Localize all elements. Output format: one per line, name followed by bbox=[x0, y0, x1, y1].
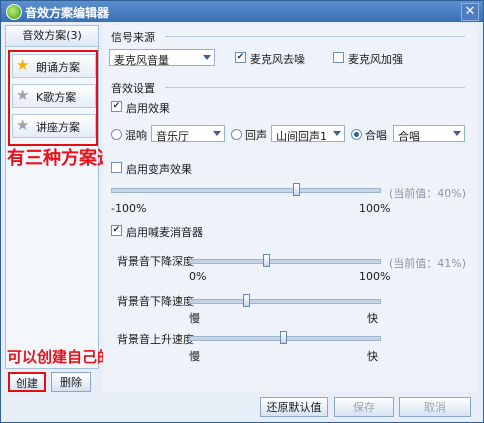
restore-defaults-button[interactable]: 还原默认值 bbox=[260, 397, 328, 417]
title-bar: 音效方案编辑器 ✕ bbox=[1, 1, 483, 22]
bg-fall-speed-max: 快 bbox=[367, 312, 378, 325]
divider bbox=[165, 87, 465, 88]
bg-fall-speed-label: 背景音下降速度 bbox=[117, 295, 194, 308]
chevron-down-icon bbox=[333, 131, 341, 136]
echo-radio[interactable] bbox=[231, 129, 242, 140]
select-value: 麦克风音量 bbox=[114, 54, 169, 67]
vocal-remover-label: 启用喊麦消音器 bbox=[126, 226, 203, 239]
enable-effect-checkbox[interactable]: ✔ bbox=[111, 101, 122, 112]
voice-change-label: 启用变声效果 bbox=[126, 163, 192, 176]
bg-rise-speed-slider-thumb[interactable] bbox=[280, 331, 287, 344]
bg-depth-label: 背景音下降深度 bbox=[117, 255, 194, 268]
star-gray-icon: ★ bbox=[16, 116, 30, 134]
settings-panel: 信号来源 麦克风音量 ✔ 麦克风去噪 麦克风加强 音效设置 ✔ 启用效果 混响 … bbox=[103, 25, 477, 392]
bg-depth-max: 100% bbox=[359, 270, 391, 283]
mic-boost-label: 麦克风加强 bbox=[348, 53, 403, 66]
enable-effect-label: 启用效果 bbox=[126, 102, 170, 115]
bg-depth-min: 0% bbox=[189, 270, 207, 283]
chevron-down-icon bbox=[213, 131, 221, 136]
app-logo-icon bbox=[6, 4, 22, 20]
bg-rise-speed-label: 背景音上升速度 bbox=[117, 333, 194, 346]
scheme-item-karaoke[interactable]: ★ K歌方案 bbox=[12, 84, 96, 108]
chevron-down-icon bbox=[203, 55, 211, 60]
chorus-select[interactable]: 合唱 bbox=[393, 125, 465, 143]
scheme-item-lecture[interactable]: ★ 讲座方案 bbox=[12, 114, 96, 138]
select-value: 合唱 bbox=[398, 130, 420, 143]
scheme-item-label: 朗诵方案 bbox=[36, 61, 80, 74]
bg-fall-speed-slider[interactable] bbox=[189, 299, 381, 304]
bg-rise-speed-max: 快 bbox=[367, 350, 378, 363]
star-gold-icon: ★ bbox=[16, 56, 30, 74]
voice-change-checkbox[interactable] bbox=[111, 162, 122, 173]
delete-button[interactable]: 删除 bbox=[51, 372, 91, 392]
bg-depth-current-value: (当前值：41%) bbox=[389, 257, 467, 270]
scheme-list: ★ 朗诵方案 ★ K歌方案 ★ 讲座方案 bbox=[8, 50, 98, 146]
bg-depth-slider[interactable] bbox=[189, 259, 381, 264]
mic-denoise-checkbox[interactable]: ✔ bbox=[235, 52, 246, 63]
scheme-sidebar: 音效方案(3) ★ 朗诵方案 ★ K歌方案 ★ 讲座方案 bbox=[5, 25, 99, 369]
window-title: 音效方案编辑器 bbox=[25, 6, 110, 20]
mic-denoise-label: 麦克风去噪 bbox=[250, 53, 305, 66]
voice-change-slider[interactable] bbox=[111, 188, 381, 193]
voice-change-slider-thumb[interactable] bbox=[293, 183, 300, 196]
signal-source-title: 信号来源 bbox=[111, 31, 155, 44]
mic-boost-checkbox[interactable] bbox=[333, 52, 344, 63]
select-value: 山间回声1 bbox=[276, 130, 327, 143]
echo-select[interactable]: 山间回声1 bbox=[271, 125, 345, 143]
voice-current-value: (当前值：40%) bbox=[389, 187, 467, 200]
voice-slider-max: 100% bbox=[359, 202, 391, 215]
chorus-label: 合唱 bbox=[365, 129, 387, 142]
star-gray-icon: ★ bbox=[16, 86, 30, 104]
sound-scheme-editor-window: 音效方案编辑器 ✕ 音效方案(3) ★ 朗诵方案 ★ K歌方案 ★ 讲座方案 有… bbox=[0, 0, 484, 423]
divider bbox=[165, 36, 465, 37]
bg-fall-speed-min: 慢 bbox=[189, 312, 200, 325]
chorus-radio[interactable] bbox=[351, 129, 362, 140]
scheme-item-label: 讲座方案 bbox=[36, 121, 80, 134]
signal-source-select[interactable]: 麦克风音量 bbox=[109, 49, 215, 67]
scheme-item-label: K歌方案 bbox=[36, 91, 77, 104]
select-value: 音乐厅 bbox=[156, 130, 189, 143]
bg-fall-speed-slider-thumb[interactable] bbox=[243, 294, 250, 307]
bg-rise-speed-min: 慢 bbox=[189, 350, 200, 363]
sound-settings-title: 音效设置 bbox=[111, 82, 155, 95]
reverb-select[interactable]: 音乐厅 bbox=[151, 125, 225, 143]
bg-depth-slider-thumb[interactable] bbox=[263, 254, 270, 267]
create-button[interactable]: 创建 bbox=[8, 372, 46, 392]
vocal-remover-checkbox[interactable]: ✔ bbox=[111, 225, 122, 236]
close-button[interactable]: ✕ bbox=[461, 3, 479, 21]
cancel-button[interactable]: 取消 bbox=[399, 397, 471, 417]
scheme-list-header: 音效方案(3) bbox=[6, 26, 98, 47]
voice-slider-min: -100% bbox=[111, 202, 147, 215]
reverb-radio[interactable] bbox=[111, 129, 122, 140]
scheme-item-recitation[interactable]: ★ 朗诵方案 bbox=[12, 54, 96, 78]
save-button[interactable]: 保存 bbox=[334, 397, 394, 417]
reverb-label: 混响 bbox=[125, 129, 147, 142]
chevron-down-icon bbox=[453, 131, 461, 136]
echo-label: 回声 bbox=[245, 129, 267, 142]
